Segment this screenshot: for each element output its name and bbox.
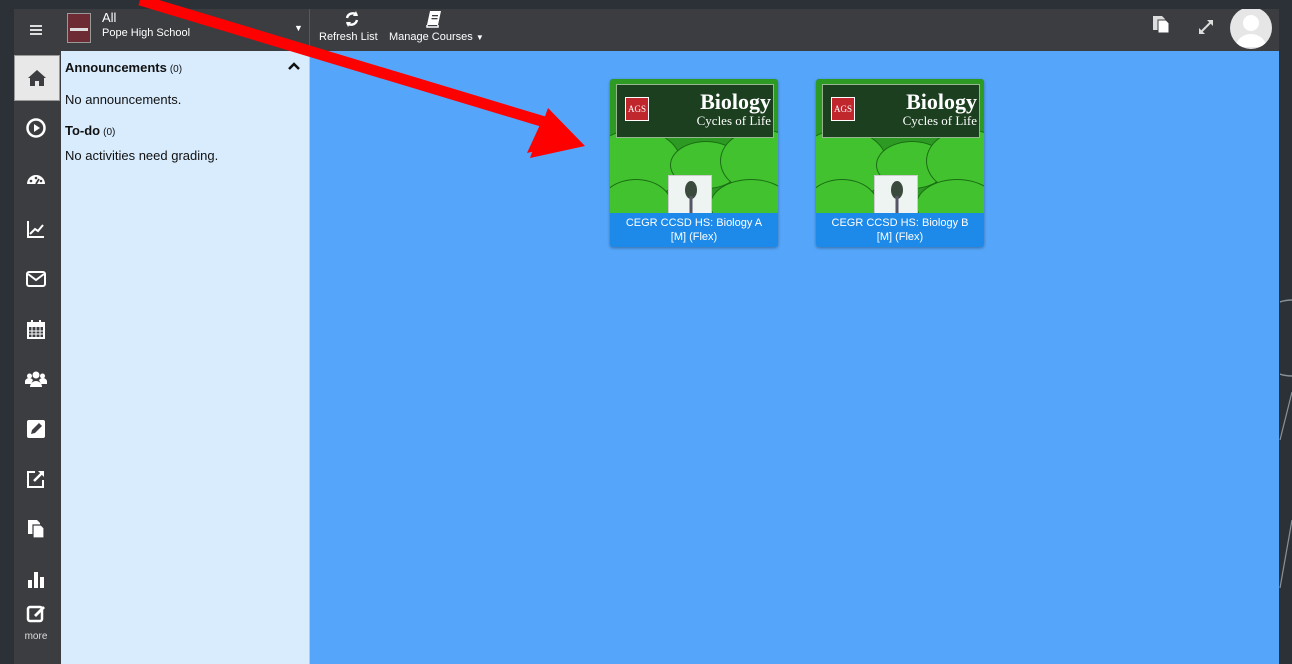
collapse-chevron-up-icon[interactable] (287, 61, 301, 71)
analytics-icon (27, 221, 44, 238)
todo-message: No activities need grading. (65, 148, 219, 163)
info-panel: Announcements (0) No announcements. To-do… (61, 51, 310, 664)
publisher-logo: AGS (831, 97, 855, 121)
expand-icon[interactable] (1196, 17, 1216, 37)
refresh-icon (345, 11, 359, 27)
calendar-icon (27, 320, 45, 339)
cover-subtitle: Cycles of Life (696, 113, 771, 128)
manage-courses-caret-icon: ▼ (475, 33, 484, 42)
rail-calendar[interactable] (16, 309, 56, 349)
announcements-heading[interactable]: Announcements (0) (65, 60, 182, 75)
user-avatar[interactable] (1230, 9, 1272, 49)
manage-courses-button[interactable]: Manage Courses ▼ (389, 9, 489, 51)
announcements-count: (0) (169, 64, 183, 75)
todo-count: (0) (103, 127, 116, 138)
bar-chart-icon (28, 572, 44, 588)
refresh-list-button[interactable]: Refresh List (319, 9, 383, 51)
course-cover-image: AGS Biology Cycles of Life (610, 79, 778, 213)
course-name-line2: [M] (Flex) (876, 231, 924, 243)
school-name[interactable]: Pope High School (102, 27, 190, 39)
todo-title: To-do (65, 123, 101, 138)
cover-title-band: AGS Biology Cycles of Life (822, 84, 980, 138)
rail-external-link[interactable] (16, 459, 56, 499)
rail-bar-chart[interactable] (16, 559, 56, 599)
course-cover-image: AGS Biology Cycles of Life (816, 79, 984, 213)
book-icon (426, 11, 441, 28)
course-name-line1: CEGR CCSD HS: Biology A (625, 217, 763, 229)
school-dropdown-caret-icon[interactable]: ▼ (294, 23, 303, 33)
play-icon (26, 118, 46, 138)
mail-icon (26, 271, 46, 287)
copy-icon (28, 520, 45, 539)
cover-title-band: AGS Biology Cycles of Life (616, 84, 774, 138)
external-link-icon (27, 471, 44, 488)
course-name: CEGR CCSD HS: Biology B [M] (Flex) (820, 216, 980, 244)
rail-more-button[interactable]: more (14, 631, 58, 642)
dashboard-icon (27, 175, 45, 185)
rail-mail[interactable] (16, 259, 56, 299)
nav-rail: more (14, 51, 61, 664)
announcements-message: No announcements. (65, 92, 182, 107)
cover-subtitle: Cycles of Life (902, 113, 977, 128)
hamburger-icon (30, 25, 42, 35)
top-bar: All Pope High School ▼ Refresh List Mana… (14, 9, 1279, 51)
cover-title: Biology (700, 89, 771, 114)
course-card[interactable]: AGS Biology Cycles of Life CEGR CCSD HS:… (610, 79, 778, 247)
cover-photo (874, 175, 918, 213)
school-logo (67, 13, 91, 43)
menu-button[interactable] (14, 9, 58, 51)
app-window: All Pope High School ▼ Refresh List Mana… (14, 9, 1279, 664)
grade-icon (26, 605, 45, 623)
copy-icon[interactable] (1150, 13, 1172, 35)
edit-icon (27, 420, 45, 438)
cover-photo (668, 175, 712, 213)
background-arc (1280, 299, 1292, 377)
background-line (1279, 391, 1292, 589)
divider (309, 9, 310, 51)
course-name: CEGR CCSD HS: Biology A [M] (Flex) (614, 216, 774, 244)
course-name-line2: [M] (Flex) (670, 231, 718, 243)
rail-play[interactable] (16, 108, 56, 148)
announcements-title: Announcements (65, 60, 167, 75)
rail-users[interactable] (16, 359, 56, 399)
rail-analytics[interactable] (16, 209, 56, 249)
refresh-list-label: Refresh List (319, 31, 378, 43)
user-icon (1236, 15, 1266, 47)
publisher-logo: AGS (625, 97, 649, 121)
manage-courses-label: Manage Courses ▼ (389, 31, 484, 43)
course-card[interactable]: AGS Biology Cycles of Life CEGR CCSD HS:… (816, 79, 984, 247)
rail-dashboard[interactable] (16, 159, 56, 199)
cover-title: Biology (906, 89, 977, 114)
rail-edit[interactable] (16, 409, 56, 449)
school-filter-label[interactable]: All (102, 10, 116, 25)
rail-grade[interactable] (16, 599, 56, 625)
rail-home[interactable] (14, 55, 60, 101)
rail-copy[interactable] (16, 509, 56, 549)
users-icon (25, 371, 47, 387)
course-name-line1: CEGR CCSD HS: Biology B (831, 217, 969, 229)
home-icon (28, 70, 46, 86)
manage-courses-text: Manage Courses (389, 31, 473, 43)
todo-heading[interactable]: To-do (0) (65, 123, 115, 138)
